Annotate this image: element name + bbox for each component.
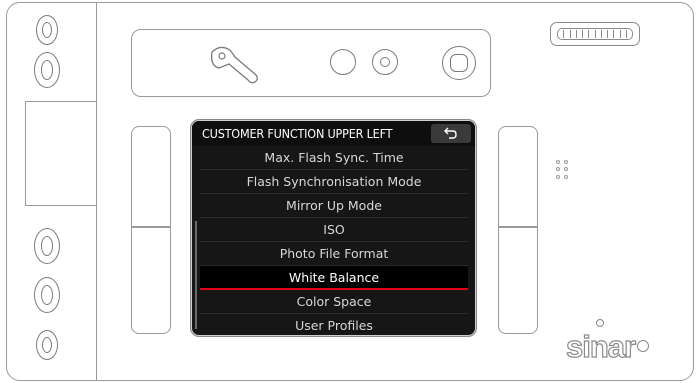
grip: [550, 22, 640, 46]
left-slot: [25, 101, 97, 206]
screen-title: CUSTOMER FUNCTION UPPER LEFT: [202, 126, 393, 141]
menu-item-max-flash-sync-time[interactable]: Max. Flash Sync. Time: [200, 146, 468, 170]
scrollbar[interactable]: [195, 221, 197, 329]
top-control-panel: [131, 29, 491, 97]
bottom-knob-2[interactable]: [34, 277, 60, 313]
back-button[interactable]: [431, 124, 471, 143]
menu-item-iso[interactable]: ISO: [200, 218, 468, 242]
menu-item-mirror-up-mode[interactable]: Mirror Up Mode: [200, 194, 468, 218]
menu-item-photo-file-format[interactable]: Photo File Format: [200, 242, 468, 266]
speaker-grille: [556, 160, 570, 180]
back-arrow-icon: [444, 127, 457, 139]
right-lower-function-button[interactable]: [498, 226, 538, 334]
round-button-1[interactable]: [330, 49, 356, 75]
status-led: [596, 319, 604, 327]
right-upper-function-button[interactable]: [498, 126, 538, 228]
menu-item-color-space[interactable]: Color Space: [200, 290, 468, 314]
key-icon[interactable]: [206, 42, 262, 88]
top-knob-1[interactable]: [36, 15, 58, 45]
grip-ridges: [557, 28, 633, 40]
square-button[interactable]: [442, 46, 476, 80]
bottom-knob-1[interactable]: [34, 228, 60, 264]
top-knob-2[interactable]: [34, 52, 60, 88]
registered-mark-icon: [637, 339, 650, 352]
left-upper-function-button[interactable]: [131, 126, 171, 228]
left-lower-function-button[interactable]: [131, 226, 171, 334]
screen-header: CUSTOMER FUNCTION UPPER LEFT: [192, 121, 475, 146]
menu-item-flash-synchronisation-mode[interactable]: Flash Synchronisation Mode: [200, 170, 468, 194]
lcd-screen: CUSTOMER FUNCTION UPPER LEFT Max. Flash …: [191, 120, 476, 336]
menu-list: Max. Flash Sync. Time Flash Synchronisat…: [200, 146, 468, 335]
menu-item-white-balance[interactable]: White Balance: [200, 266, 468, 290]
round-button-2[interactable]: [372, 49, 398, 75]
bottom-knob-3[interactable]: [36, 330, 58, 360]
menu-item-user-profiles[interactable]: User Profiles: [200, 314, 468, 335]
brand-logo: sinar: [565, 330, 666, 363]
